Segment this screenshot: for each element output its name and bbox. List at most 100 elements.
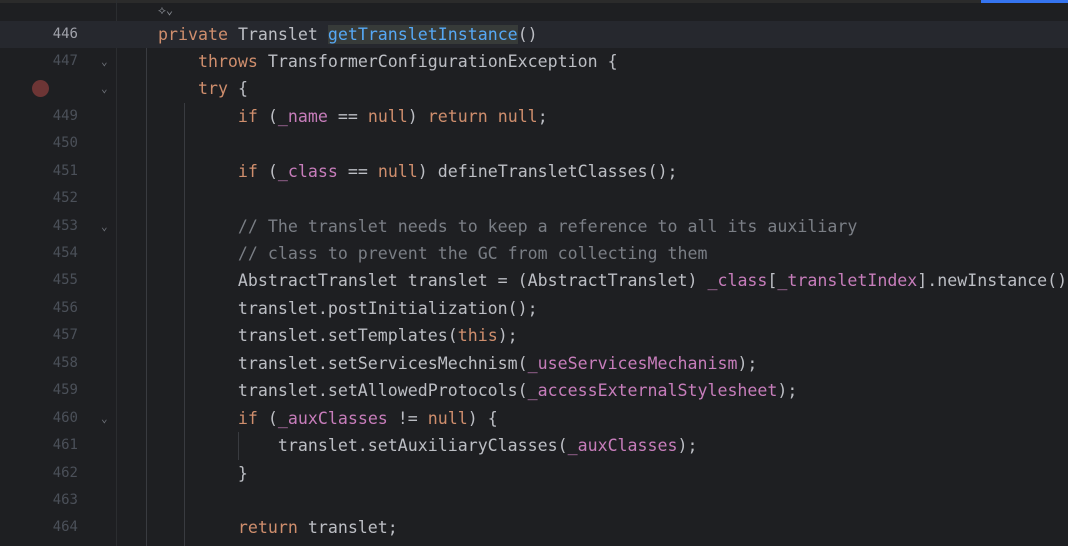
code-token: TransformerConfigurationException { [267, 51, 618, 71]
code-token: throws [158, 51, 268, 71]
code-token: this [457, 326, 498, 346]
code-token: AbstractTranslet translet = (AbstractTra… [158, 271, 708, 291]
code-token: _auxClasses [567, 436, 678, 456]
code-token: { [237, 79, 248, 99]
code-token: ); [677, 436, 698, 456]
code-token: translet.setServicesMechnism( [158, 353, 528, 373]
line-number[interactable]: 459 [0, 377, 78, 404]
line-number[interactable]: 449 [0, 103, 78, 130]
code-line[interactable]: 456 translet.postInitialization(); [0, 295, 1068, 322]
code-token: } [158, 463, 248, 483]
code-token: _transletIndex [777, 271, 918, 291]
code-token: Translet [237, 24, 328, 44]
code-line[interactable]: 446 private Translet getTransletInstance(… [0, 20, 1068, 48]
code-text: throws TransformerConfigurationException… [158, 48, 618, 75]
line-number[interactable]: 456 [0, 295, 78, 322]
code-line[interactable]: 462 } [0, 460, 1068, 487]
line-number[interactable]: 450 [0, 130, 78, 157]
ai-assistant-icon[interactable]: ⟡⌄ [158, 3, 173, 18]
code-token: null [427, 408, 468, 428]
code-line[interactable]: ⌄ try { [0, 75, 1068, 102]
breakpoint-icon[interactable] [32, 80, 49, 98]
code-text: } [158, 460, 248, 487]
code-line[interactable]: 463 [0, 487, 1068, 514]
code-line[interactable]: 454 // class to prevent the GC from coll… [0, 240, 1068, 267]
code-token: == [327, 106, 368, 126]
code-token: _name [277, 106, 328, 126]
code-token: ); [737, 353, 758, 373]
code-token: _auxClasses [277, 408, 388, 428]
code-text: if (_class == null) defineTransletClasse… [158, 158, 678, 185]
code-text: try { [158, 75, 248, 102]
fold-chevron-icon[interactable]: ⌄ [101, 75, 108, 102]
line-number[interactable]: 458 [0, 350, 78, 377]
code-text: translet.setAuxiliaryClasses(_auxClasses… [158, 432, 698, 459]
code-token: ); [777, 381, 798, 401]
code-line[interactable]: 455 AbstractTranslet translet = (Abstrac… [0, 267, 1068, 294]
code-token: ; [537, 106, 548, 126]
line-number[interactable]: 461 [0, 432, 78, 459]
code-line[interactable]: 458 translet.setServicesMechnism(_useSer… [0, 350, 1068, 377]
code-text: if (_auxClasses != null) { [158, 405, 498, 432]
code-token: // class to prevent the GC from collecti… [158, 244, 708, 263]
code-line[interactable]: 451 if (_class == null) defineTransletCl… [0, 158, 1068, 185]
code-token: getTransletInstance [327, 24, 518, 44]
fold-chevron-icon[interactable]: ⌄ [101, 405, 108, 432]
code-text: translet.postInitialization(); [158, 295, 538, 322]
code-token: private [158, 24, 238, 44]
line-number[interactable]: 447 [0, 48, 78, 75]
code-line[interactable]: 461 translet.setAuxiliaryClasses(_auxCla… [0, 432, 1068, 459]
code-text: // The translet needs to keep a referenc… [158, 213, 857, 240]
code-editor[interactable]: 446 private Translet getTransletInstance(… [0, 20, 1068, 542]
code-text: return translet; [158, 514, 398, 541]
code-token: ); [497, 326, 518, 346]
code-line[interactable]: 453 ⌄ // The translet needs to keep a ref… [0, 213, 1068, 240]
code-text: AbstractTranslet translet = (AbstractTra… [158, 267, 1067, 294]
line-number[interactable]: 463 [0, 487, 78, 514]
code-text: private Translet getTransletInstance() [158, 21, 538, 48]
code-token: // The translet needs to keep a referenc… [158, 216, 858, 236]
code-token: _class [707, 271, 768, 291]
code-line[interactable]: 449 if (_name == null) return null; [0, 103, 1068, 130]
code-token: == [337, 161, 378, 181]
fold-chevron-icon[interactable]: ⌄ [101, 48, 108, 75]
code-line[interactable]: 452 [0, 185, 1068, 212]
code-token: translet.setAllowedProtocols( [158, 381, 528, 401]
line-number[interactable]: 460 [0, 405, 78, 432]
code-text: translet.setServicesMechnism(_useService… [158, 350, 758, 377]
line-number[interactable]: 452 [0, 185, 78, 212]
code-token: null [367, 106, 408, 126]
line-number[interactable]: 451 [0, 158, 78, 185]
code-token: _accessExternalStylesheet [527, 381, 778, 401]
code-token: ( [267, 161, 278, 181]
code-text: translet.setAllowedProtocols(_accessExte… [158, 377, 797, 404]
code-line[interactable]: 457 translet.setTemplates(this); [0, 322, 1068, 349]
code-line[interactable]: 459 translet.setAllowedProtocols(_access… [0, 377, 1068, 404]
code-token: if [158, 106, 268, 126]
code-token: ) { [467, 408, 498, 428]
code-token: _useServicesMechanism [527, 353, 738, 373]
code-token: translet.postInitialization(); [158, 298, 538, 318]
code-token: ( [267, 106, 278, 126]
code-token: translet.setTemplates( [158, 326, 458, 346]
line-number[interactable]: 446 [0, 21, 78, 48]
code-token: [ [767, 271, 778, 291]
code-line[interactable]: 464 return translet; [0, 514, 1068, 541]
code-line[interactable]: 460 ⌄ if (_auxClasses != null) { [0, 405, 1068, 432]
code-line[interactable]: 447 ⌄ throws TransformerConfigurationExce… [0, 48, 1068, 75]
line-number[interactable]: 457 [0, 322, 78, 349]
code-token: if [158, 161, 268, 181]
code-token: != [387, 408, 428, 428]
line-number[interactable]: 462 [0, 460, 78, 487]
line-number[interactable]: 453 [0, 213, 78, 240]
scroll-indicator[interactable] [981, 0, 1068, 3]
fold-chevron-icon[interactable]: ⌄ [101, 213, 108, 240]
code-line[interactable]: 450 [0, 130, 1068, 157]
code-token: return [158, 518, 308, 538]
code-text: translet.setTemplates(this); [158, 322, 518, 349]
code-text: // class to prevent the GC from collecti… [158, 240, 708, 267]
code-token: ( [267, 408, 278, 428]
line-number[interactable]: 455 [0, 267, 78, 294]
line-number[interactable]: 454 [0, 240, 78, 267]
line-number[interactable]: 464 [0, 514, 78, 541]
